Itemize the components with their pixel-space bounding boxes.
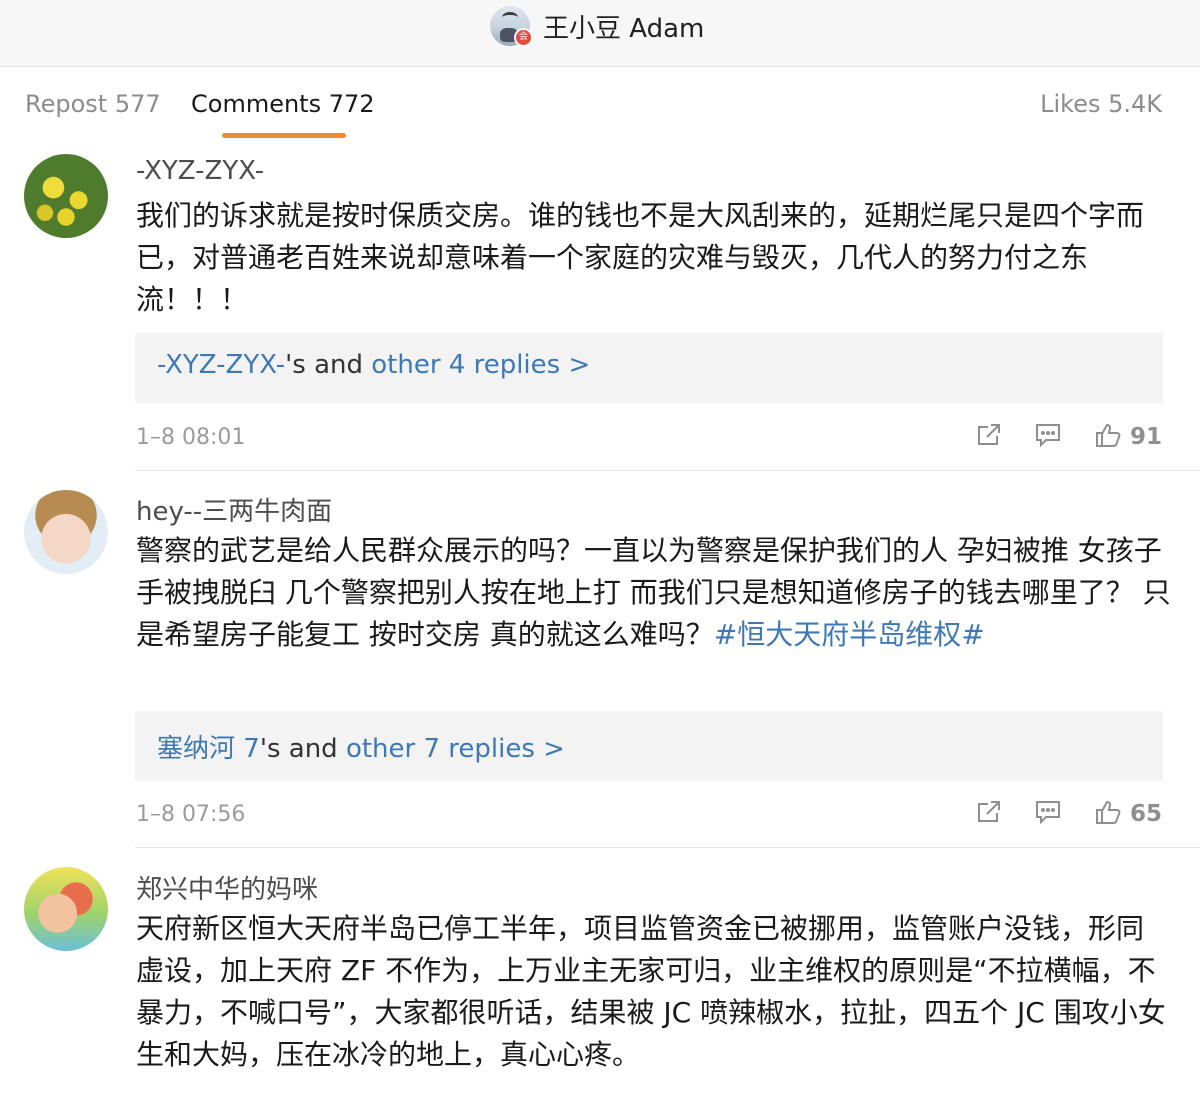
- comment-actions: 91: [944, 422, 1162, 452]
- comment-text: 警察的武艺是给人民群众展示的吗？一直以为警察是保护我们的人 孕妇被推 女孩子手被…: [136, 530, 1171, 656]
- comment-body: 警察的武艺是给人民群众展示的吗？一直以为警察是保护我们的人 孕妇被推 女孩子手被…: [136, 534, 1171, 651]
- comment-timestamp: 1–8 07:56: [136, 802, 246, 827]
- comment-item: -XYZ-ZYX- 我们的诉求就是按时保质交房。谁的钱也不是大风刮来的，延期烂尾…: [0, 145, 1200, 475]
- bird-graphic: [502, 12, 518, 23]
- replies-summary[interactable]: -XYZ-ZYX-'s and other 4 replies >: [157, 350, 590, 380]
- replies-connector: 's and: [285, 350, 372, 380]
- comment-item: 郑兴中华的妈咪 天府新区恒大天府半岛已停工半年，项目监管资金已被挪用，监管账户没…: [0, 849, 1200, 1101]
- like-icon[interactable]: [1094, 421, 1122, 453]
- verified-badge-icon: 会: [514, 28, 533, 47]
- commenter-avatar[interactable]: [24, 867, 108, 951]
- replies-preview[interactable]: 塞纳河 7's and other 7 replies >: [135, 711, 1163, 781]
- like-count: 91: [1129, 424, 1162, 450]
- comment-item: hey--三两牛肉面 警察的武艺是给人民群众展示的吗？一直以为警察是保护我们的人…: [0, 475, 1200, 849]
- commenter-avatar[interactable]: [24, 154, 108, 238]
- repost-icon[interactable]: [976, 422, 1002, 452]
- author-name[interactable]: 王小豆 Adam: [543, 8, 704, 45]
- active-tab-indicator: [222, 133, 346, 138]
- comment-text: 我们的诉求就是按时保质交房。谁的钱也不是大风刮来的，延期烂尾只是四个字而已，对普…: [136, 199, 1145, 316]
- commenter-username[interactable]: -XYZ-ZYX-: [136, 156, 264, 186]
- tab-repost[interactable]: Repost 577: [25, 90, 161, 118]
- hashtag-link[interactable]: #恒大天府半岛维权#: [714, 618, 985, 651]
- like-icon[interactable]: [1094, 798, 1122, 830]
- more-replies-link[interactable]: other 4 replies >: [371, 350, 590, 380]
- post-tabs: Repost 577 Comments 772 Likes 5.4K: [0, 67, 1200, 145]
- tab-comments[interactable]: Comments 772: [191, 90, 375, 118]
- replies-preview[interactable]: -XYZ-ZYX-'s and other 4 replies >: [135, 333, 1163, 403]
- comment-icon[interactable]: [1034, 799, 1062, 829]
- comment-divider: [135, 470, 1200, 471]
- comment-timestamp: 1–8 08:01: [136, 425, 246, 450]
- commenter-avatar[interactable]: [24, 490, 108, 574]
- repost-icon[interactable]: [976, 799, 1002, 829]
- replies-summary[interactable]: 塞纳河 7's and other 7 replies >: [157, 728, 565, 765]
- like-count: 65: [1129, 801, 1162, 827]
- commenter-username[interactable]: 郑兴中华的妈咪: [136, 869, 318, 906]
- commenter-username[interactable]: hey--三两牛肉面: [136, 491, 332, 528]
- comment-divider: [135, 847, 1200, 848]
- top-bar: 会 王小豆 Adam: [0, 0, 1200, 67]
- comment-actions: 65: [944, 799, 1162, 829]
- comment-text: 天府新区恒大天府半岛已停工半年，项目监管资金已被挪用，监管账户没钱，形同虚设，加…: [136, 912, 1166, 1071]
- author-avatar[interactable]: 会: [490, 6, 533, 47]
- tab-likes[interactable]: Likes 5.4K: [1040, 90, 1162, 118]
- more-replies-link[interactable]: other 7 replies >: [346, 734, 565, 764]
- comment-icon[interactable]: [1034, 422, 1062, 452]
- post-author[interactable]: 会 王小豆 Adam: [490, 4, 704, 48]
- reply-user-link[interactable]: -XYZ-ZYX-: [157, 350, 285, 380]
- reply-user-link[interactable]: 塞纳河 7: [157, 734, 260, 764]
- replies-connector: 's and: [259, 734, 346, 764]
